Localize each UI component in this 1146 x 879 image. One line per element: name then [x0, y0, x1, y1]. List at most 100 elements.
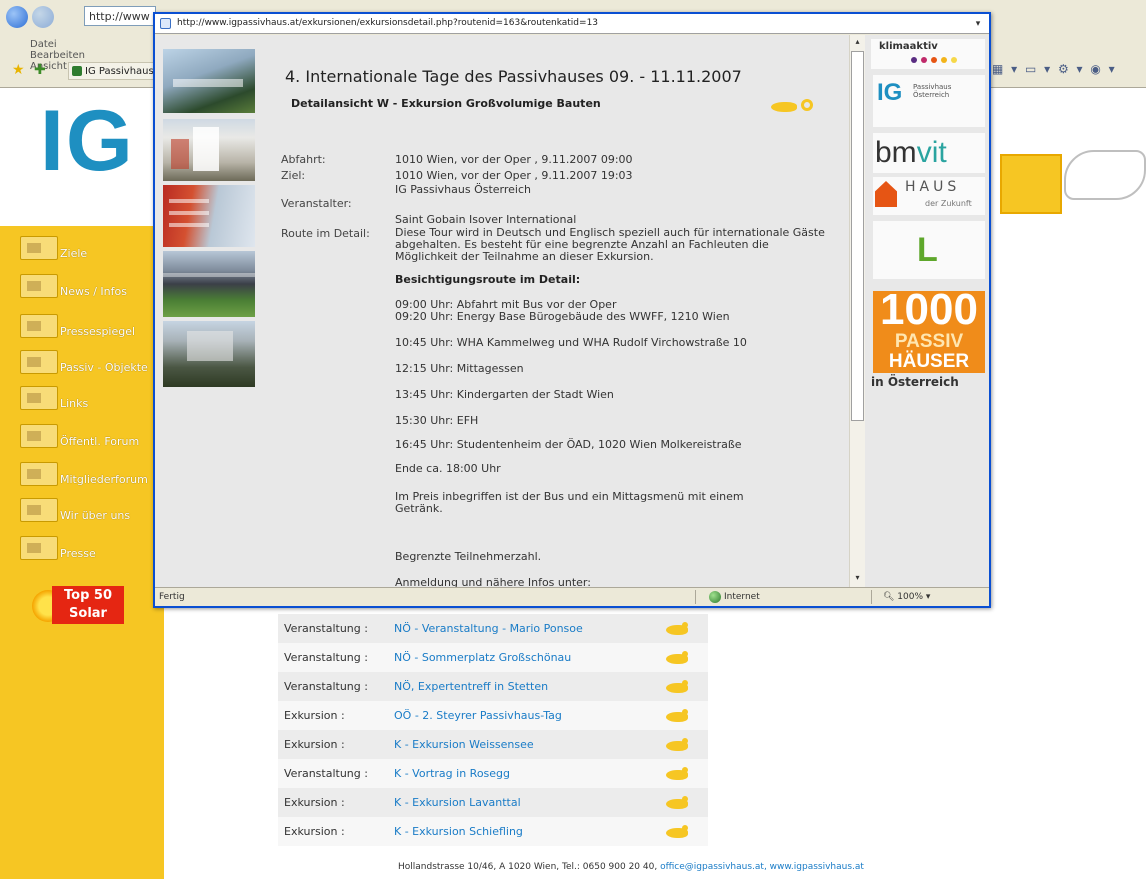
event-link[interactable]: K - Exkursion Schiefling — [394, 825, 652, 838]
list-item: Veranstaltung : K - Vortrag in Rosegg — [278, 759, 708, 788]
route-stop: 10:45 Uhr: WHA Kammelweg und WHA Rudolf … — [395, 336, 747, 349]
k1000-haeuser: HÄUSER — [888, 351, 970, 372]
wir-ueber-uns-icon — [20, 498, 58, 522]
list-item: Exkursion : K - Exkursion Lavanttal — [278, 788, 708, 817]
route-stop: 15:30 Uhr: EFH — [395, 414, 479, 427]
popup-status-bar: Fertig Internet 🔍︎ 100% ▾ — [155, 587, 989, 606]
ende-text: Ende ca. 18:00 Uhr — [395, 462, 501, 475]
snail-icon[interactable] — [652, 620, 698, 638]
event-type: Veranstaltung : — [284, 767, 368, 780]
klimaaktiv-logo[interactable]: klimaaktiv — [871, 39, 985, 69]
ig-letters: IG — [877, 79, 903, 106]
veranstalter-value-1: IG Passivhaus Österreich — [395, 183, 532, 196]
background-tab[interactable]: IG Passivhaus Ö — [68, 62, 156, 80]
event-type: Exkursion : — [284, 825, 345, 838]
snail-icon[interactable] — [652, 794, 698, 812]
ig-passivhaus-logo[interactable]: IG Passivhaus Österreich — [873, 75, 985, 127]
news-icon — [20, 274, 58, 298]
event-link[interactable]: K - Exkursion Lavanttal — [394, 796, 652, 809]
event-type: Exkursion : — [284, 796, 345, 809]
sidebar-item-label: Pressespiegel — [60, 325, 136, 338]
sidebar-item-pressespiegel[interactable]: Pressespiegel — [20, 310, 135, 338]
ig-subtitle: Passivhaus Österreich — [913, 83, 952, 99]
sidebar-item-ziele[interactable]: Ziele — [20, 232, 87, 260]
scroll-up-icon[interactable]: ▴ — [851, 35, 864, 49]
route-intro: Diese Tour wird in Deutsch und Englisch … — [395, 226, 825, 263]
ziele-icon — [20, 236, 58, 260]
list-item: Veranstaltung : NÖ - Veranstaltung - Mari… — [278, 614, 708, 643]
l-logo[interactable]: L — [873, 221, 985, 279]
scroll-down-icon[interactable]: ▾ — [851, 571, 864, 585]
ziel-label: Ziel: — [281, 169, 306, 182]
bmvit-logo[interactable]: bmvit — [873, 133, 985, 173]
house-icon — [875, 181, 897, 207]
event-link[interactable]: NÖ - Sommerplatz Großschönau — [394, 651, 652, 664]
bmvit-text-a: bm — [875, 136, 917, 169]
sidebar-item-presse[interactable]: Presse — [20, 532, 96, 560]
links-icon — [20, 386, 58, 410]
popup-scrollbar[interactable]: ▴ ▾ — [849, 35, 865, 587]
event-link[interactable]: NÖ, Expertentreff in Stetten — [394, 680, 652, 693]
zone-label: Internet — [724, 592, 760, 602]
haus-subtitle: der Zukunft — [925, 199, 972, 208]
1000-passivhaeuser-logo[interactable]: 1000 PASSIV HÄUSER — [873, 285, 985, 373]
mitgliederforum-icon — [20, 462, 58, 486]
event-link[interactable]: K - Exkursion Weissensee — [394, 738, 652, 751]
sidebar-item-passiv-objekte[interactable]: Passiv - Objekte — [20, 346, 148, 374]
haus-der-zukunft-logo[interactable]: HAUS der Zukunft — [873, 177, 985, 215]
event-link[interactable]: OÖ - 2. Steyrer Passivhaus-Tag — [394, 709, 652, 722]
sidebar-item-forum[interactable]: Öffentl. Forum — [20, 420, 139, 448]
abfahrt-value: 1010 Wien, vor der Oper , 9.11.2007 09:0… — [395, 153, 633, 166]
list-item: Exkursion : K - Exkursion Schiefling — [278, 817, 708, 846]
list-item: Veranstaltung : NÖ - Sommerplatz Großschö… — [278, 643, 708, 672]
building-photo-5 — [163, 321, 255, 387]
snail-icon[interactable] — [652, 736, 698, 754]
preis-text: Im Preis inbegriffen ist der Bus und ein… — [395, 490, 744, 515]
zoom-level[interactable]: 🔍︎ 100% ▾ — [883, 592, 930, 602]
snail-icon[interactable] — [652, 765, 698, 783]
route-stop: 13:45 Uhr: Kindergarten der Stadt Wien — [395, 388, 614, 401]
snail-icon[interactable] — [652, 707, 698, 725]
route-stop: 12:15 Uhr: Mittagessen — [395, 362, 524, 375]
top50-solar-badge[interactable]: Top 50 Solar — [32, 586, 124, 624]
popup-address-bar[interactable]: http://www.igpassivhaus.at/exkursionen/e… — [155, 14, 989, 34]
forward-button[interactable] — [32, 6, 54, 28]
menu-bearbeiten[interactable]: Bearbeiten — [30, 50, 85, 61]
snail-icon[interactable] — [652, 649, 698, 667]
sidebar-item-mitgliederforum[interactable]: Mitgliederforum — [20, 458, 148, 486]
page-icon — [160, 18, 171, 29]
footer-links[interactable]: office@igpassivhaus.at, www.igpassivhaus… — [660, 862, 864, 872]
klimaaktiv-text: klimaaktiv — [879, 41, 938, 52]
event-link[interactable]: NÖ - Veranstaltung - Mario Ponsoe — [394, 622, 652, 635]
abfahrt-label: Abfahrt: — [281, 153, 326, 166]
event-type: Veranstaltung : — [284, 622, 368, 635]
tab-label: IG Passivhaus Ö — [85, 66, 155, 77]
route-stop-line: 09:20 Uhr: Energy Base Bürogebäude des W… — [395, 310, 730, 323]
detail-main: 4. Internationale Tage des Passivhauses … — [271, 35, 851, 587]
back-button[interactable] — [6, 6, 28, 28]
background-address-bar[interactable]: http://www — [84, 6, 156, 26]
sidebar-item-news[interactable]: News / Infos — [20, 270, 127, 298]
snail-icon[interactable] — [652, 823, 698, 841]
command-bar-icons[interactable]: ▦ ▾ ▭ ▾ ⚙ ▾ ◉ ▾ — [992, 62, 1146, 82]
address-dropdown-icon[interactable]: ▾ — [971, 17, 985, 31]
top50-line2: Solar — [69, 606, 107, 621]
status-text: Fertig — [159, 592, 185, 602]
event-list: Veranstaltung : NÖ - Veranstaltung - Mari… — [278, 614, 708, 846]
sidebar-item-wir-ueber-uns[interactable]: Wir über uns — [20, 494, 130, 522]
k1000-passiv: PASSIV — [894, 331, 964, 352]
top50-line1: Top 50 — [64, 588, 112, 603]
menu-datei[interactable]: Datei — [30, 39, 57, 50]
sponsor-logos: klimaaktiv IG Passivhaus Österreich bmvi… — [867, 35, 989, 587]
event-link[interactable]: K - Vortrag in Rosegg — [394, 767, 652, 780]
add-favorite-icon[interactable]: ✚ — [34, 62, 46, 78]
snail-icon[interactable] — [652, 678, 698, 696]
footer-address: Hollandstrasse 10/46, A 1020 Wien, Tel.:… — [398, 862, 658, 872]
passiv-objekte-icon — [20, 350, 58, 374]
anmeldung-text: Anmeldung und nähere Infos unter: — [395, 576, 591, 588]
favorites-star-icon[interactable]: ★ — [12, 62, 25, 78]
sidebar-item-label: Presse — [60, 547, 96, 560]
route-heading: Besichtigungsroute im Detail: — [395, 273, 581, 286]
sidebar-item-links[interactable]: Links — [20, 382, 88, 410]
scrollbar-thumb[interactable] — [851, 51, 864, 421]
